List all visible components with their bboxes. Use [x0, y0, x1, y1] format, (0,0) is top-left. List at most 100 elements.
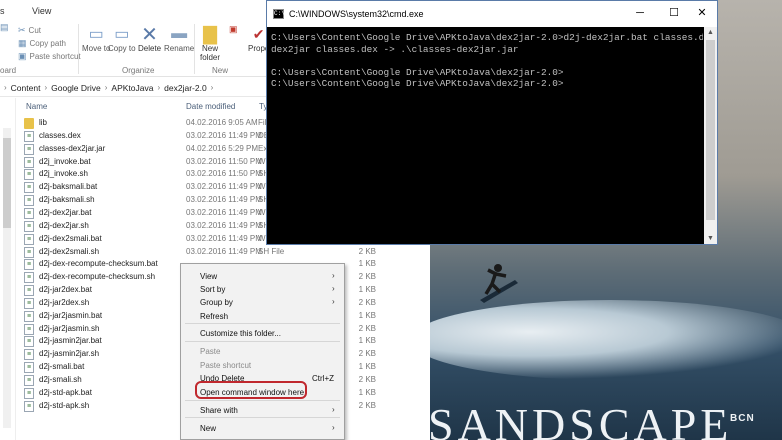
close-icon[interactable]: ✕	[687, 5, 717, 21]
scroll-down-icon[interactable]: ▼	[707, 235, 714, 242]
move-to-button[interactable]: ▭ Move to	[82, 24, 110, 53]
file-date: 03.02.2016 11:50 PM	[186, 169, 262, 179]
file-name: d2j-baksmali.bat	[39, 182, 98, 192]
wallpaper-subtitle: BCN	[730, 413, 755, 424]
paste-button[interactable]: ▤	[0, 22, 9, 33]
file-name: d2j-jasmin2jar.bat	[39, 336, 102, 346]
file-date: 04.02.2016 5:29 PM	[186, 143, 259, 153]
file-size: 1 KB	[358, 259, 376, 269]
file-icon: ≡	[24, 400, 34, 412]
file-icon: ≡	[24, 387, 34, 399]
menu-item-label: View	[200, 272, 218, 281]
delete-x-icon: ✕	[141, 23, 158, 46]
file-icon: ≡	[24, 195, 34, 207]
column-name[interactable]: Name	[26, 102, 47, 111]
file-name: lib	[39, 118, 48, 127]
file-icon: ≡	[24, 130, 34, 142]
file-icon: ≡	[24, 156, 34, 168]
menu-item-paste[interactable]: Paste	[181, 345, 344, 358]
delete-button[interactable]: ✕ Delete	[138, 23, 161, 54]
chevron-right-icon: ›	[332, 405, 335, 414]
console-line: C:\Users\Content\Google Drive\APKtoJava\…	[271, 32, 703, 43]
menu-item-new[interactable]: New ›	[181, 422, 344, 435]
rename-button[interactable]: ▬ Rename	[164, 24, 194, 53]
copy-to-button[interactable]: ▭ Copy to	[108, 24, 136, 53]
cmd-window: C:\ C:\WINDOWS\system32\cmd.exe ─ ☐ ✕ C:…	[266, 0, 718, 245]
chevron-right-icon: ›	[44, 83, 48, 92]
file-icon: ≡	[24, 233, 34, 245]
cut-button[interactable]: ✂ Cut	[18, 25, 41, 36]
menu-separator	[185, 341, 340, 342]
cmd-scrollbar-thumb[interactable]	[706, 40, 715, 220]
breadcrumb-google-drive[interactable]: Google Drive	[51, 83, 101, 93]
cmd-title: C:\WINDOWS\system32\cmd.exe	[289, 9, 424, 19]
minimize-icon[interactable]: ─	[625, 5, 655, 21]
copy-path-button[interactable]: ▦ Copy path	[18, 38, 66, 49]
paste-shortcut-button[interactable]: ▣ Paste shortcut	[18, 51, 81, 62]
group-label-organize: Organize	[122, 66, 155, 75]
menu-item-label: Customize this folder...	[200, 329, 281, 338]
tab-view[interactable]: View	[32, 6, 51, 16]
file-date: 03.02.2016 11:49 PM	[186, 220, 262, 230]
file-size: 2 KB	[358, 297, 376, 307]
menu-item-label: New	[200, 424, 217, 433]
maximize-icon[interactable]: ☐	[659, 5, 689, 21]
file-icon: ≡	[24, 259, 34, 271]
file-name: d2j-dex2smali.sh	[39, 246, 100, 256]
menu-item-customize-this-folder[interactable]: Customize this folder...	[181, 327, 344, 340]
file-name: d2j-jar2dex.bat	[39, 285, 92, 295]
file-date: 04.02.2016 9:05 AM	[186, 118, 258, 127]
cmd-scrollbar[interactable]: ▲ ▼	[704, 27, 717, 244]
chevron-right-icon: ›	[104, 83, 108, 92]
scroll-up-icon[interactable]: ▲	[707, 29, 714, 36]
file-name: d2j-baksmali.sh	[39, 195, 95, 205]
nav-scrollbar-thumb[interactable]	[3, 138, 11, 228]
file-date: 03.02.2016 11:49 PM	[186, 195, 262, 205]
menu-item-group-by[interactable]: Group by ›	[181, 296, 344, 309]
file-size: 1 KB	[358, 310, 376, 320]
cmd-titlebar[interactable]: C:\ C:\WINDOWS\system32\cmd.exe ─ ☐ ✕	[267, 1, 717, 27]
new-item-button[interactable]: ▣	[229, 24, 238, 35]
cmd-console[interactable]: C:\Users\Content\Google Drive\APKtoJava\…	[267, 27, 703, 244]
breadcrumb-content[interactable]: Content	[11, 83, 41, 93]
file-icon: ≡	[24, 285, 34, 297]
group-label-clipboard: oard	[0, 66, 17, 75]
file-type: W	[258, 207, 266, 217]
file-icon: ≡	[24, 220, 34, 232]
file-icon: ≡	[24, 182, 34, 194]
file-size: 2 KB	[358, 246, 376, 256]
chevron-right-icon: ›	[332, 271, 335, 280]
clipboard-icon: ▤	[0, 22, 9, 32]
tab-share[interactable]: s	[0, 6, 5, 16]
file-name: d2j-dex2jar.bat	[39, 207, 92, 217]
column-date-modified[interactable]: Date modified	[186, 102, 235, 111]
group-label-new: New	[212, 66, 229, 75]
new-folder-button[interactable]: ▇ New folder	[200, 24, 220, 63]
table-row[interactable]: ≡ d2j-dex2smali.sh 03.02.2016 11:49 PM SH F…	[16, 246, 430, 259]
file-icon: ≡	[24, 272, 34, 284]
file-name: d2j-jasmin2jar.sh	[39, 349, 100, 359]
file-icon: ≡	[24, 375, 34, 386]
menu-item-view[interactable]: View ›	[181, 270, 344, 283]
console-line: C:\Users\Content\Google Drive\APKtoJava\…	[271, 66, 564, 78]
file-type: W	[258, 156, 266, 166]
menu-item-paste-shortcut[interactable]: Paste shortcut	[181, 359, 344, 372]
menu-item-share-with[interactable]: Share with ›	[181, 404, 344, 417]
chevron-right-icon: ›	[4, 83, 7, 92]
breadcrumb-apktojava[interactable]: APKtoJava	[111, 83, 153, 93]
breadcrumb-dex2jar[interactable]: dex2jar-2.0	[164, 83, 207, 93]
paste-shortcut-icon: ▣	[18, 51, 27, 61]
file-date: 03.02.2016 11:50 PM	[186, 156, 262, 166]
file-icon: ≡	[24, 310, 34, 322]
menu-item-refresh[interactable]: Refresh	[181, 310, 344, 323]
file-size: 2 KB	[358, 400, 376, 410]
file-type: W	[258, 182, 266, 192]
file-icon: ≡	[24, 362, 34, 374]
menu-item-sort-by[interactable]: Sort by ›	[181, 283, 344, 296]
move-to-icon: ▭	[88, 26, 104, 43]
wave-graphic	[430, 300, 782, 380]
copy-to-icon: ▭	[114, 26, 130, 43]
file-size: 1 KB	[358, 387, 376, 397]
context-menu: View › Sort by › Group by › Refresh Customize t…	[180, 263, 345, 440]
file-size: 1 KB	[358, 285, 376, 295]
